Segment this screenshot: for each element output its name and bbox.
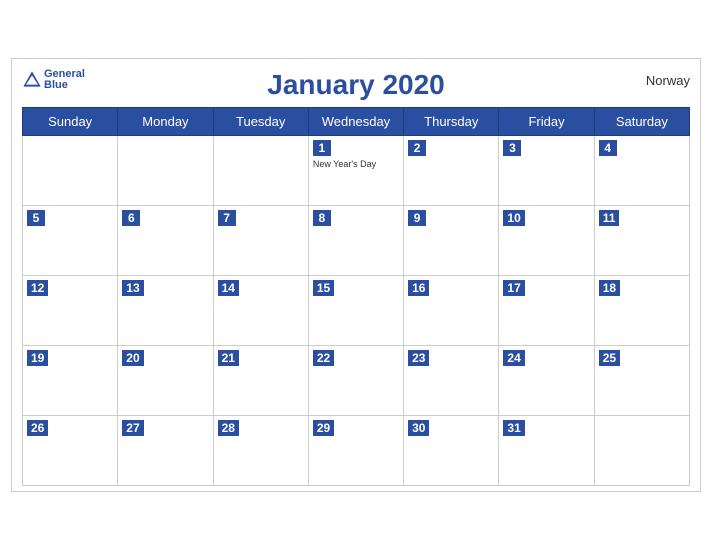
day-number: 17 — [503, 280, 524, 296]
calendar-day-cell: 24 — [499, 346, 594, 416]
calendar-day-cell: 29 — [308, 416, 403, 486]
calendar-day-cell: 2 — [404, 136, 499, 206]
header-monday: Monday — [118, 108, 213, 136]
day-number: 22 — [313, 350, 334, 366]
calendar-day-cell: 16 — [404, 276, 499, 346]
calendar-day-cell: 28 — [213, 416, 308, 486]
calendar-day-cell: 11 — [594, 206, 689, 276]
calendar-header: General Blue January 2020 Norway — [22, 69, 690, 101]
day-number: 30 — [408, 420, 429, 436]
day-number: 20 — [122, 350, 143, 366]
holiday-label: New Year's Day — [313, 159, 399, 169]
day-number: 11 — [599, 210, 620, 226]
calendar-day-cell: 17 — [499, 276, 594, 346]
day-number: 18 — [599, 280, 620, 296]
calendar-day-cell — [213, 136, 308, 206]
day-number: 26 — [27, 420, 48, 436]
day-number: 3 — [503, 140, 521, 156]
logo-area: General Blue — [22, 69, 85, 91]
day-number: 2 — [408, 140, 426, 156]
day-number: 14 — [218, 280, 239, 296]
day-number: 10 — [503, 210, 524, 226]
calendar-week-row: 26 27 28 29 30 31 — [23, 416, 690, 486]
day-number: 15 — [313, 280, 334, 296]
day-number: 13 — [122, 280, 143, 296]
calendar-day-cell: 25 — [594, 346, 689, 416]
calendar-day-cell: 6 — [118, 206, 213, 276]
calendar-day-cell: 26 — [23, 416, 118, 486]
calendar-day-cell: 9 — [404, 206, 499, 276]
header-saturday: Saturday — [594, 108, 689, 136]
calendar-day-cell — [118, 136, 213, 206]
calendar-day-cell: 7 — [213, 206, 308, 276]
calendar-week-row: 19 20 21 22 23 24 25 — [23, 346, 690, 416]
calendar-day-cell — [23, 136, 118, 206]
calendar-day-cell: 23 — [404, 346, 499, 416]
calendar-day-cell: 15 — [308, 276, 403, 346]
day-number: 1 — [313, 140, 331, 156]
generalblue-logo-icon — [22, 70, 42, 90]
calendar-day-cell: 30 — [404, 416, 499, 486]
day-number: 21 — [218, 350, 239, 366]
calendar-day-cell: 8 — [308, 206, 403, 276]
header-thursday: Thursday — [404, 108, 499, 136]
calendar-week-row: 5 6 7 8 9 10 11 — [23, 206, 690, 276]
calendar-day-cell: 12 — [23, 276, 118, 346]
day-number: 5 — [27, 210, 45, 226]
calendar-day-cell: 10 — [499, 206, 594, 276]
calendar-day-cell: 18 — [594, 276, 689, 346]
day-number: 23 — [408, 350, 429, 366]
header-sunday: Sunday — [23, 108, 118, 136]
calendar-day-cell: 14 — [213, 276, 308, 346]
calendar-day-cell: 5 — [23, 206, 118, 276]
day-number: 19 — [27, 350, 48, 366]
calendar-week-row: 12 13 14 15 16 17 18 — [23, 276, 690, 346]
calendar-day-cell: 19 — [23, 346, 118, 416]
day-number: 24 — [503, 350, 524, 366]
calendar-body: 1New Year's Day2345678910111213141516171… — [23, 136, 690, 486]
day-number: 12 — [27, 280, 48, 296]
day-number: 6 — [122, 210, 140, 226]
calendar-day-cell: 20 — [118, 346, 213, 416]
day-number: 8 — [313, 210, 331, 226]
day-number: 31 — [503, 420, 524, 436]
weekday-header-row: Sunday Monday Tuesday Wednesday Thursday… — [23, 108, 690, 136]
calendar-day-cell: 27 — [118, 416, 213, 486]
calendar-title: January 2020 — [22, 69, 690, 101]
calendar-day-cell: 4 — [594, 136, 689, 206]
calendar-day-cell: 31 — [499, 416, 594, 486]
day-number: 4 — [599, 140, 617, 156]
day-number: 29 — [313, 420, 334, 436]
header-friday: Friday — [499, 108, 594, 136]
day-number: 9 — [408, 210, 426, 226]
calendar-grid: Sunday Monday Tuesday Wednesday Thursday… — [22, 107, 690, 486]
calendar-day-cell: 22 — [308, 346, 403, 416]
calendar-day-cell — [594, 416, 689, 486]
country-label: Norway — [646, 73, 690, 88]
calendar-container: General Blue January 2020 Norway Sunday … — [11, 58, 701, 492]
header-wednesday: Wednesday — [308, 108, 403, 136]
day-number: 25 — [599, 350, 620, 366]
calendar-day-cell: 21 — [213, 346, 308, 416]
calendar-day-cell: 3 — [499, 136, 594, 206]
logo-blue-text: Blue — [44, 80, 85, 91]
day-number: 27 — [122, 420, 143, 436]
day-number: 7 — [218, 210, 236, 226]
calendar-day-cell: 13 — [118, 276, 213, 346]
header-tuesday: Tuesday — [213, 108, 308, 136]
day-number: 28 — [218, 420, 239, 436]
calendar-week-row: 1 New Year's Day 2 3 4 — [23, 136, 690, 206]
day-number: 16 — [408, 280, 429, 296]
calendar-day-cell: 1 New Year's Day — [308, 136, 403, 206]
